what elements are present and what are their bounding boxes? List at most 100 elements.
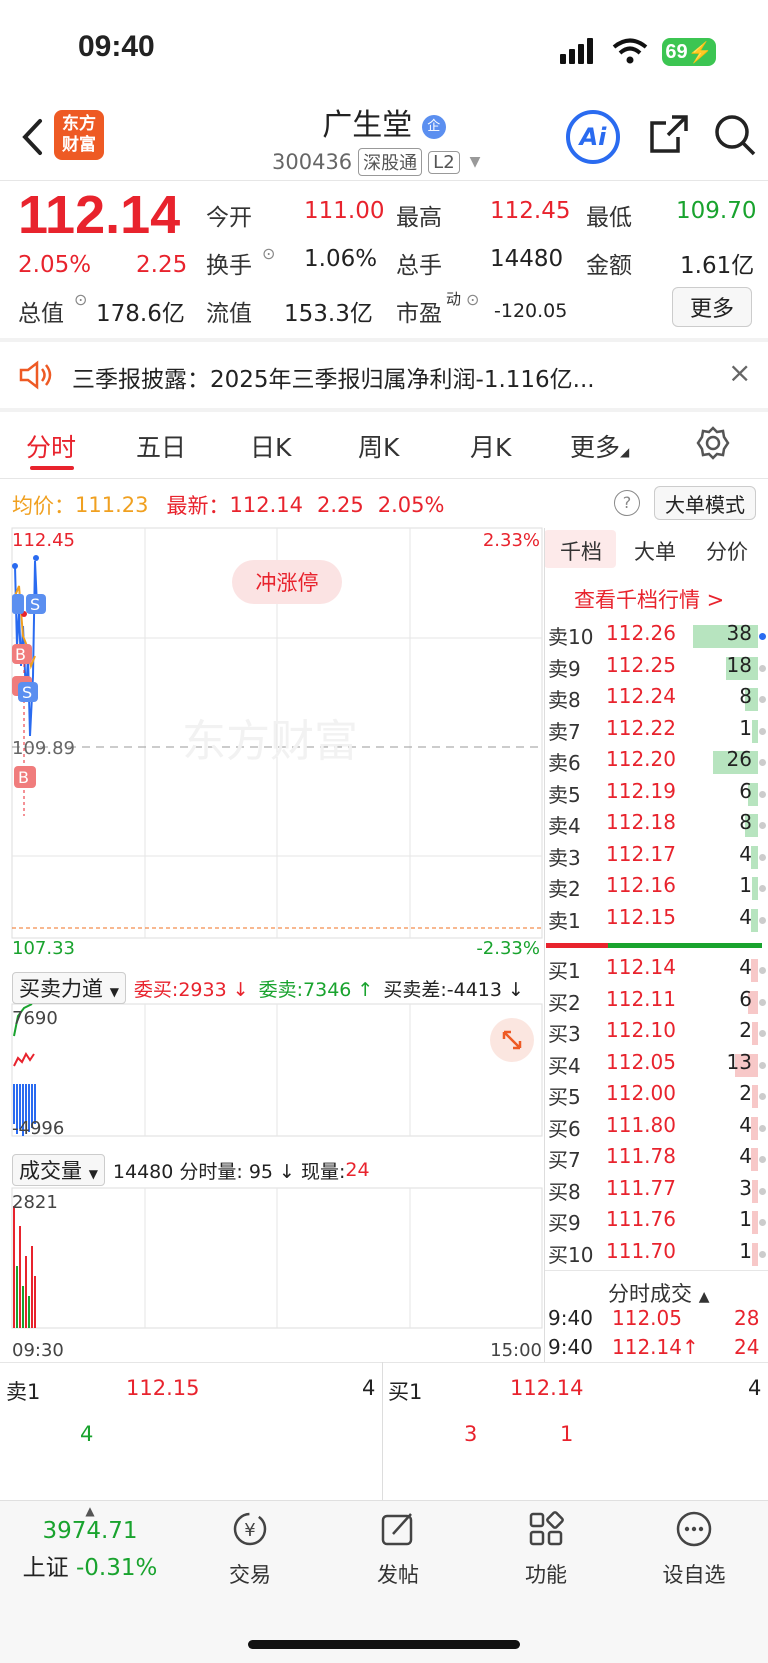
ask-row[interactable]: 卖8 112.24 8 bbox=[548, 684, 768, 715]
sell-marker[interactable] bbox=[12, 594, 24, 614]
ask-row[interactable]: 卖9 112.25 18 bbox=[548, 653, 768, 684]
notice-bar[interactable]: 三季报披露：2025年三季报归属净利润-1.116亿... × bbox=[0, 342, 768, 408]
bid-row[interactable]: 买6 111.80 4 bbox=[548, 1113, 768, 1144]
limit-up-button[interactable]: 冲涨停 bbox=[232, 560, 342, 604]
ask-label: 卖7 bbox=[548, 719, 581, 744]
nav-trade[interactable]: ¥ 交易 bbox=[190, 1510, 310, 1589]
tab-daily[interactable]: 日K bbox=[250, 428, 291, 464]
bid-volume: 4 bbox=[739, 955, 752, 979]
more-button[interactable]: 更多 bbox=[672, 287, 752, 327]
pe-label: 市盈 bbox=[396, 301, 442, 327]
ask-volume: 26 bbox=[726, 747, 752, 771]
tab-weekly[interactable]: 周K bbox=[358, 428, 399, 464]
dropdown-icon[interactable]: ▼ bbox=[470, 154, 481, 170]
intraday-chart[interactable]: 东方财富 S B S B 112.45 2.33% 109.89 107.33 … bbox=[0, 526, 545, 1366]
ask-volume: 18 bbox=[726, 652, 752, 677]
info-icon[interactable]: ⊙ bbox=[466, 290, 479, 309]
volume-selector[interactable]: 成交量 ▼ bbox=[12, 1154, 105, 1186]
ask-row[interactable]: 卖3 112.17 4 bbox=[548, 842, 768, 873]
ask-label: 卖10 bbox=[548, 625, 594, 649]
bid-volume: 2 bbox=[739, 1018, 752, 1042]
ask-volume: 38 bbox=[726, 621, 752, 645]
ask-price: 112.18 bbox=[606, 810, 676, 834]
ask-volume: 4 bbox=[739, 904, 752, 929]
bid-volume-bar bbox=[751, 1116, 758, 1140]
float-label: 流值 bbox=[206, 301, 252, 327]
bid-price: 112.11 bbox=[606, 986, 676, 1011]
svg-text:¥: ¥ bbox=[244, 1520, 255, 1541]
notice-text: 三季报披露：2025年三季报归属净利润-1.116亿... bbox=[72, 367, 595, 393]
ask-price: 112.16 bbox=[606, 873, 676, 897]
bid-label: 买7 bbox=[548, 1148, 581, 1172]
info-icon[interactable]: ⊙ bbox=[74, 290, 87, 309]
force-max: 7690 bbox=[12, 1008, 58, 1029]
view-1000-levels-link[interactable]: 查看千档行情 > bbox=[574, 584, 724, 614]
book-tab-byprice[interactable]: 分价 bbox=[706, 536, 748, 566]
bid-label: 买9 bbox=[548, 1211, 581, 1235]
share-icon[interactable] bbox=[648, 113, 690, 155]
index-ticker[interactable]: ▲ 3974.71 上证 -0.31% bbox=[20, 1504, 160, 1582]
ask-label: 卖4 bbox=[548, 814, 581, 838]
bid-dot bbox=[759, 967, 766, 974]
ask-row[interactable]: 卖1 112.15 4 bbox=[548, 905, 768, 936]
settings-gear-icon[interactable] bbox=[696, 426, 730, 460]
ask-dot bbox=[759, 853, 766, 861]
volume-label: 总手 bbox=[396, 253, 442, 279]
ask-row[interactable]: 卖6 112.20 26 bbox=[548, 747, 768, 778]
mktcap-label: 总值 bbox=[18, 301, 64, 327]
bid-row[interactable]: 买8 111.77 3 bbox=[548, 1176, 768, 1207]
big-order-mode-button[interactable]: 大单模式 bbox=[654, 486, 756, 520]
ask-row[interactable]: 卖5 112.19 6 bbox=[548, 779, 768, 810]
ask-row[interactable]: 卖7 112.22 1 bbox=[548, 716, 768, 747]
ask-row[interactable]: 卖4 112.18 8 bbox=[548, 810, 768, 841]
bid-price: 112.14 bbox=[606, 955, 676, 979]
bid-row[interactable]: 买7 111.78 4 bbox=[548, 1144, 768, 1175]
ask-row[interactable]: 卖2 112.16 1 bbox=[548, 873, 768, 904]
nav-functions[interactable]: 功能 bbox=[486, 1510, 606, 1589]
bid-volume-bar bbox=[752, 1085, 758, 1108]
bid-volume: 3 bbox=[739, 1175, 752, 1200]
book-tab-bigorder[interactable]: 大单 bbox=[634, 536, 676, 566]
bid-row[interactable]: 买1 112.14 4 bbox=[548, 955, 768, 986]
battery-icon: 69 ⚡ bbox=[662, 38, 716, 66]
enterprise-badge: 企 bbox=[421, 114, 446, 139]
bid-row[interactable]: 买3 112.10 2 bbox=[548, 1018, 768, 1049]
home-indicator bbox=[248, 1640, 520, 1649]
sell-marker-label: S bbox=[30, 595, 40, 614]
pe-value: -120.05 bbox=[494, 300, 568, 322]
nav-add-watchlist[interactable]: 设自选 bbox=[634, 1510, 754, 1589]
mktcap-value: 178.6亿 bbox=[96, 301, 185, 327]
tab-intraday[interactable]: 分时 bbox=[26, 428, 76, 464]
help-icon[interactable]: ? bbox=[614, 490, 640, 516]
index-pct: -0.31% bbox=[75, 1555, 158, 1581]
axis-high-price: 112.45 bbox=[12, 530, 75, 551]
close-icon[interactable]: × bbox=[728, 356, 751, 389]
ask-volume: 6 bbox=[739, 778, 752, 803]
bid-row[interactable]: 买10 111.70 1 bbox=[548, 1239, 768, 1270]
bid-row[interactable]: 买9 111.76 1 bbox=[548, 1207, 768, 1238]
ai-button[interactable]: Ai bbox=[566, 110, 620, 164]
divider bbox=[0, 478, 768, 479]
bid-row[interactable]: 买2 112.11 6 bbox=[548, 987, 768, 1018]
force-selector[interactable]: 买卖力道 ▼ bbox=[12, 972, 126, 1004]
info-icon[interactable]: ⊙ bbox=[262, 244, 275, 263]
book-tab-1000[interactable]: 千档 bbox=[560, 536, 602, 566]
price-info-line: 均价： 111.23 最新： 112.14 2.25 2.05% bbox=[12, 490, 444, 520]
nav-post[interactable]: 发帖 bbox=[338, 1510, 458, 1589]
bid-row[interactable]: 买4 112.05 13 bbox=[548, 1050, 768, 1081]
trades-title[interactable]: 分时成交 ▲ bbox=[608, 1278, 709, 1308]
ask-volume-bar bbox=[752, 877, 758, 900]
ask-row[interactable]: 卖10 112.26 38 bbox=[548, 621, 768, 652]
tab-monthly[interactable]: 月K bbox=[470, 428, 511, 464]
tab-5day[interactable]: 五日 bbox=[136, 428, 186, 464]
trade-volume: 24 bbox=[734, 1335, 760, 1359]
search-icon[interactable] bbox=[712, 112, 758, 158]
trade-time: 9:40 bbox=[548, 1335, 593, 1359]
bid-dot bbox=[759, 1156, 766, 1163]
axis-mid-price: 109.89 bbox=[12, 738, 75, 759]
tab-more[interactable]: 更多◢ bbox=[570, 428, 629, 464]
high-label: 最高 bbox=[396, 205, 442, 231]
level1-ask-sub: 4 bbox=[80, 1422, 94, 1446]
bid-row[interactable]: 买5 112.00 2 bbox=[548, 1081, 768, 1112]
bid-label: 买3 bbox=[548, 1022, 581, 1046]
